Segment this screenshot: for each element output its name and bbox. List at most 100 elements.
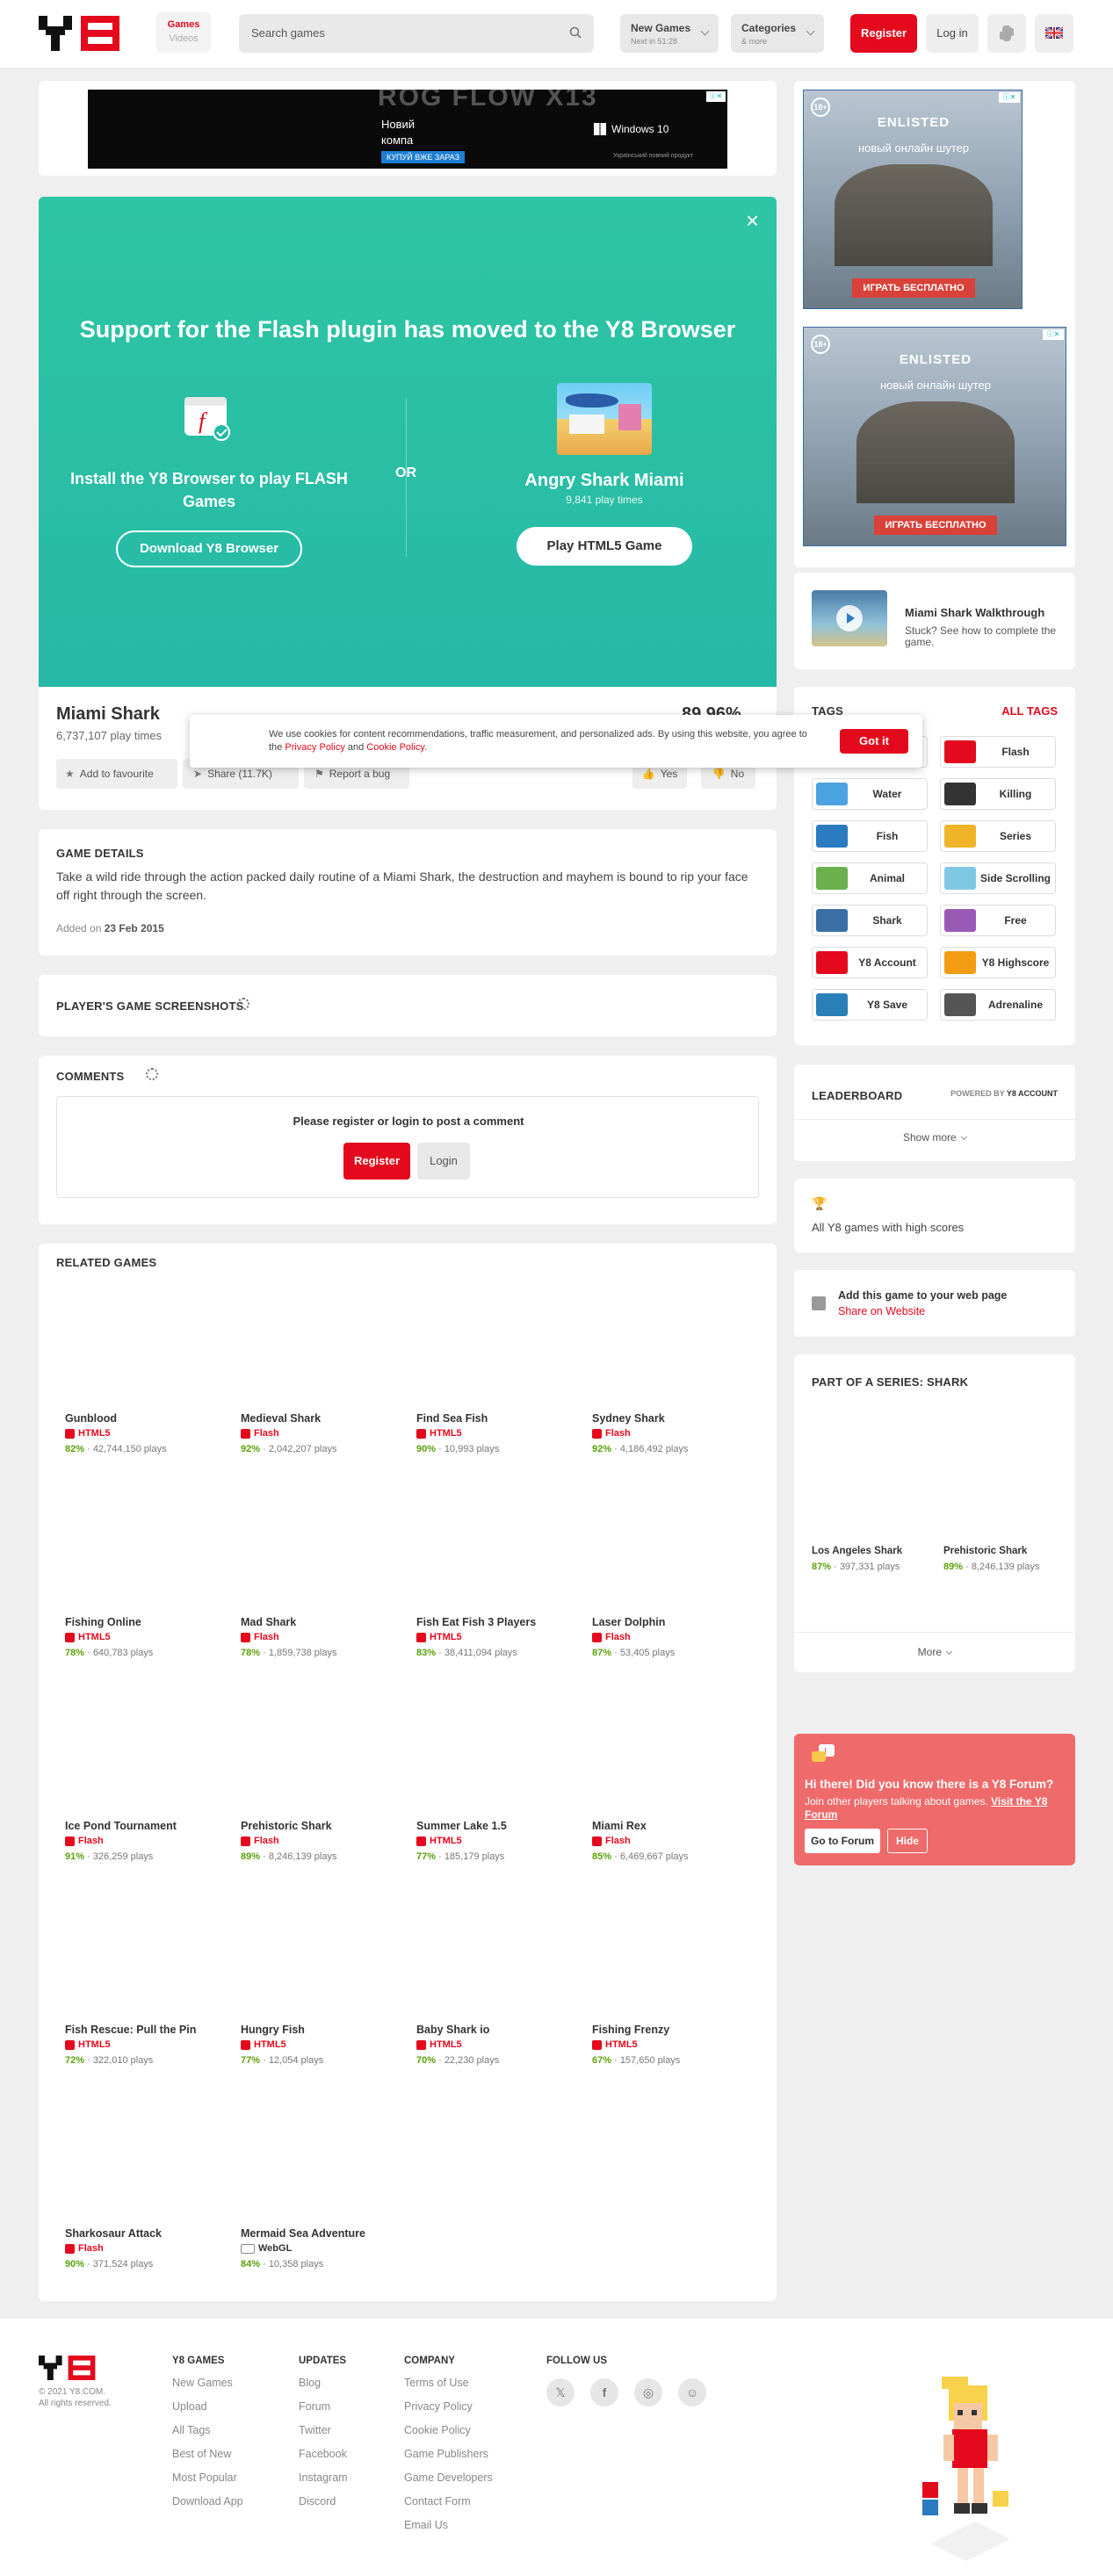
footer-link[interactable]: Instagram (299, 2471, 348, 2485)
game-thumbnail[interactable] (65, 1488, 232, 1611)
ad-choices-icon[interactable]: ⓘ✕ (999, 92, 1020, 103)
game-thumbnail[interactable] (65, 1284, 232, 1407)
related-game-card[interactable]: Hungry Fish HTML5 77% · 12,054 plays (241, 1895, 408, 2071)
footer-link[interactable]: Privacy Policy (404, 2400, 493, 2414)
game-name[interactable]: Sharkosaur Attack (65, 2227, 162, 2240)
game-thumbnail[interactable] (592, 1284, 759, 1407)
related-game-card[interactable]: Medieval Shark Flash 92% · 2,042,207 plays (241, 1284, 408, 1460)
cookie-policy-link[interactable]: Cookie Policy (366, 742, 424, 753)
ad-choices-icon[interactable]: ⓘ✕ (706, 91, 726, 102)
facebook-icon[interactable]: f (590, 2378, 618, 2406)
tag-killing[interactable]: Killing (940, 778, 1056, 810)
game-name[interactable]: Miami Rex (592, 1820, 647, 1832)
footer-link[interactable]: Forum (299, 2400, 348, 2414)
twitter-icon[interactable]: 𝕏 (546, 2378, 575, 2406)
walkthrough-title[interactable]: Miami Shark Walkthrough (905, 606, 1044, 619)
all-tags-link[interactable]: ALL TAGS (1001, 704, 1058, 718)
game-thumbnail[interactable] (592, 1692, 759, 1815)
tag-free[interactable]: Free (940, 905, 1056, 936)
add-favourite-button[interactable]: ★ Add to favourite (56, 759, 177, 789)
categories-dropdown[interactable]: Categories & more (731, 14, 824, 53)
game-name[interactable]: Hungry Fish (241, 2024, 305, 2036)
game-name[interactable]: Ice Pond Tournament (65, 1820, 177, 1832)
game-thumbnail[interactable] (65, 1692, 232, 1815)
related-game-card[interactable]: Find Sea Fish HTML5 90% · 10,993 plays (416, 1284, 583, 1460)
games-videos-switch[interactable]: Games Videos (156, 12, 211, 53)
related-game-card[interactable]: Sydney Shark Flash 92% · 4,186,492 plays (592, 1284, 759, 1460)
series-game-card[interactable]: Los Angeles Shark 87% · 397,331 plays (812, 1396, 935, 1572)
related-game-card[interactable]: Fish Eat Fish 3 Players HTML5 83% · 38,411… (416, 1488, 583, 1663)
game-name[interactable]: Laser Dolphin (592, 1616, 665, 1628)
footer-link[interactable]: Contact Form (404, 2495, 493, 2508)
footer-logo[interactable] (39, 2354, 100, 2382)
footer-link[interactable]: Twitter (299, 2424, 348, 2437)
walkthrough-card[interactable]: Miami Shark Walkthrough Stuck? See how t… (794, 573, 1075, 669)
tag-series[interactable]: Series (940, 820, 1056, 852)
nav-games[interactable]: Games (156, 19, 211, 30)
tag-y8-account[interactable]: Y8 Account (812, 947, 928, 978)
game-name[interactable]: Prehistoric Shark (943, 1546, 1027, 1556)
game-thumbnail[interactable] (241, 1488, 408, 1611)
share-on-website-link[interactable]: Share on Website (838, 1305, 925, 1317)
related-game-card[interactable]: Sharkosaur Attack Flash 90% · 371,524 play… (65, 2099, 232, 2275)
footer-link[interactable]: Cookie Policy (404, 2424, 493, 2437)
game-name[interactable]: Mad Shark (241, 1616, 296, 1628)
tag-flash[interactable]: Flash (940, 736, 1056, 768)
footer-link[interactable]: Most Popular (172, 2471, 243, 2485)
game-name[interactable]: Summer Lake 1.5 (416, 1820, 507, 1832)
game-thumbnail[interactable] (943, 1396, 1066, 1519)
walkthrough-thumbnail[interactable] (812, 590, 887, 646)
footer-link[interactable]: Game Developers (404, 2471, 493, 2485)
close-icon[interactable]: × (746, 207, 759, 235)
highscores-card[interactable]: 🏆 All Y8 games with high scores (794, 1179, 1075, 1252)
game-thumbnail[interactable] (416, 1692, 583, 1815)
privacy-policy-link[interactable]: Privacy Policy (285, 742, 344, 753)
game-thumbnail[interactable] (592, 1895, 759, 2018)
related-game-card[interactable]: Summer Lake 1.5 HTML5 77% · 185,179 plays (416, 1692, 583, 1867)
cookie-got-it-button[interactable]: Got it (840, 729, 908, 754)
hide-forum-button[interactable]: Hide (887, 1829, 928, 1853)
game-thumbnail[interactable] (812, 1396, 935, 1519)
related-game-card[interactable]: Laser Dolphin Flash 87% · 53,405 plays (592, 1488, 759, 1663)
series-more-button[interactable]: More (794, 1646, 1075, 1658)
nav-videos[interactable]: Videos (156, 33, 211, 44)
game-thumbnail[interactable] (241, 2099, 408, 2222)
game-name[interactable]: Fish Eat Fish 3 Players (416, 1616, 536, 1628)
footer-link[interactable]: Game Publishers (404, 2448, 493, 2461)
related-game-card[interactable]: Mad Shark Flash 78% · 1,859,738 plays (241, 1488, 408, 1663)
game-name[interactable]: Sydney Shark (592, 1412, 665, 1425)
footer-link[interactable]: Download App (172, 2495, 243, 2508)
game-name[interactable]: Fish Rescue: Pull the Pin (65, 2024, 196, 2036)
game-thumbnail[interactable] (416, 1284, 583, 1407)
game-thumbnail[interactable] (241, 1692, 408, 1815)
go-to-forum-button[interactable]: Go to Forum (805, 1829, 880, 1853)
new-games-dropdown[interactable]: New Games Next in 51:28 (620, 14, 719, 53)
game-name[interactable]: Fishing Frenzy (592, 2024, 669, 2036)
tag-animal[interactable]: Animal (812, 862, 928, 894)
game-thumbnail[interactable] (592, 1488, 759, 1611)
game-name[interactable]: Gunblood (65, 1412, 117, 1425)
comment-login-button[interactable]: Login (417, 1143, 470, 1180)
ad-cta-button[interactable]: ИГРАТЬ БЕСПЛАТНО (852, 278, 975, 298)
tag-fish[interactable]: Fish (812, 820, 928, 852)
enlisted-ad-1[interactable]: ⓘ✕ 18+ ENLISTED новый онлайн шутер ИГРАТЬ БЕ… (803, 90, 1023, 309)
game-name[interactable]: Los Angeles Shark (812, 1546, 902, 1556)
related-game-card[interactable]: Fishing Online HTML5 78% · 640,783 plays (65, 1488, 232, 1663)
footer-link[interactable]: Discord (299, 2495, 348, 2508)
play-html5-button[interactable]: Play HTML5 Game (517, 527, 692, 566)
game-name[interactable]: Prehistoric Shark (241, 1820, 332, 1832)
ad-choices-icon[interactable]: ⓘ✕ (1043, 329, 1064, 340)
tag-y8-highscore[interactable]: Y8 Highscore (940, 947, 1056, 978)
language-button[interactable] (1035, 14, 1073, 53)
game-name[interactable]: Mermaid Sea Adventure (241, 2227, 365, 2240)
related-game-card[interactable]: Miami Rex Flash 85% · 6,469,667 plays (592, 1692, 759, 1867)
rog-ad-banner[interactable]: ROG FLOW X13 Новий компа КУПУЙ ВЖЕ ЗАРАЗ… (88, 90, 727, 169)
game-thumbnail[interactable] (65, 2099, 232, 2222)
game-name[interactable]: Medieval Shark (241, 1412, 321, 1425)
game-name[interactable]: Find Sea Fish (416, 1412, 488, 1425)
footer-link[interactable]: Terms of Use (404, 2377, 493, 2390)
ad-cta-button[interactable]: ИГРАТЬ БЕСПЛАТНО (874, 516, 997, 535)
related-game-card[interactable]: Ice Pond Tournament Flash 91% · 326,259 pl… (65, 1692, 232, 1867)
tag-side-scrolling[interactable]: Side Scrolling (940, 862, 1056, 894)
user-icon-button[interactable] (987, 14, 1026, 53)
